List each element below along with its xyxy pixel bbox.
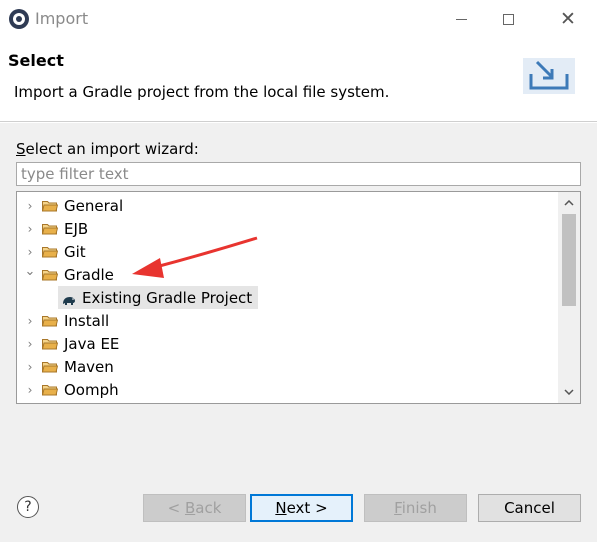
tree-item-label: General (64, 196, 124, 215)
tree-item-git[interactable]: › Git (17, 240, 558, 263)
finish-button[interactable]: Finish (364, 494, 467, 522)
wizard-content: Select an import wizard: › General › EJB… (0, 123, 597, 476)
back-button[interactable]: < Back (143, 494, 246, 522)
folder-icon (42, 223, 58, 235)
tree-item-label: Java EE (64, 334, 120, 353)
minimize-button[interactable] (438, 0, 484, 38)
import-wizard-icon (523, 58, 575, 94)
tree-item-install[interactable]: › Install (17, 309, 558, 332)
vertical-scrollbar[interactable] (558, 192, 580, 403)
scroll-down-button[interactable] (558, 383, 580, 401)
chevron-right-icon[interactable]: › (23, 383, 37, 397)
gradle-elephant-icon (62, 292, 76, 305)
scroll-up-button[interactable] (558, 194, 580, 212)
chevron-right-icon[interactable]: › (23, 337, 37, 351)
tree-item-java-ee[interactable]: › Java EE (17, 332, 558, 355)
label-text: elect an import wizard: (25, 140, 199, 158)
folder-icon (42, 361, 58, 373)
chevron-right-icon[interactable]: › (23, 199, 37, 213)
tree-item-existing-gradle-project[interactable]: Existing Gradle Project (58, 286, 259, 309)
minimize-icon (455, 18, 467, 20)
page-title: Select (8, 51, 64, 70)
chevron-right-icon[interactable]: › (23, 314, 37, 328)
tree-item-general[interactable]: › General (17, 194, 558, 217)
wizard-tree[interactable]: › General › EJB › Git ⌄ Gradle Existing … (16, 191, 581, 404)
folder-icon (42, 200, 58, 212)
tree-item-label: Maven (64, 357, 114, 376)
tree-item-label: EJB (64, 219, 89, 238)
tree-item-label: Oomph (64, 380, 119, 399)
tree-item-label: Gradle (64, 265, 114, 284)
filter-input[interactable] (16, 162, 581, 186)
folder-icon (42, 246, 58, 258)
chevron-right-icon[interactable]: › (23, 245, 37, 259)
chevron-up-icon (564, 200, 574, 206)
tree-item-oomph[interactable]: › Oomph (17, 378, 558, 401)
chevron-down-icon (564, 389, 574, 395)
wizard-list-label: Select an import wizard: (16, 140, 199, 158)
chevron-right-icon[interactable]: › (23, 222, 37, 236)
cancel-button[interactable]: Cancel (478, 494, 581, 522)
back-button-label: < Back (167, 499, 222, 517)
tree-item-maven[interactable]: › Maven (17, 355, 558, 378)
chevron-right-icon[interactable]: › (23, 360, 37, 374)
folder-icon (42, 338, 58, 350)
help-icon[interactable]: ? (17, 496, 39, 518)
window-title: Import (35, 9, 89, 28)
finish-button-label: Finish (394, 499, 437, 517)
tree-item-ejb[interactable]: › EJB (17, 217, 558, 240)
next-button-label: Next > (275, 499, 328, 517)
title-bar: Import ✕ (0, 0, 597, 38)
close-button[interactable]: ✕ (545, 0, 591, 38)
close-icon: ✕ (560, 8, 576, 30)
folder-icon (42, 315, 58, 327)
button-bar: ? < Back Next > Finish Cancel (0, 476, 597, 542)
next-button[interactable]: Next > (250, 494, 353, 522)
tree-item-label: Existing Gradle Project (82, 288, 253, 307)
page-description: Import a Gradle project from the local f… (14, 83, 390, 101)
tree-item-label: Install (64, 311, 110, 330)
maximize-button[interactable] (485, 0, 531, 38)
tree-item-label: Git (64, 242, 86, 261)
eclipse-app-icon (9, 9, 29, 29)
chevron-down-icon[interactable]: ⌄ (23, 264, 37, 279)
wizard-header: Select Import a Gradle project from the … (0, 38, 597, 122)
folder-icon (42, 384, 58, 396)
tree-item-gradle[interactable]: ⌄ Gradle (17, 263, 558, 286)
label-mnemonic: S (16, 140, 26, 158)
scrollbar-thumb[interactable] (562, 214, 576, 306)
cancel-button-label: Cancel (504, 499, 555, 517)
maximize-icon (502, 13, 514, 25)
folder-icon (42, 269, 58, 281)
